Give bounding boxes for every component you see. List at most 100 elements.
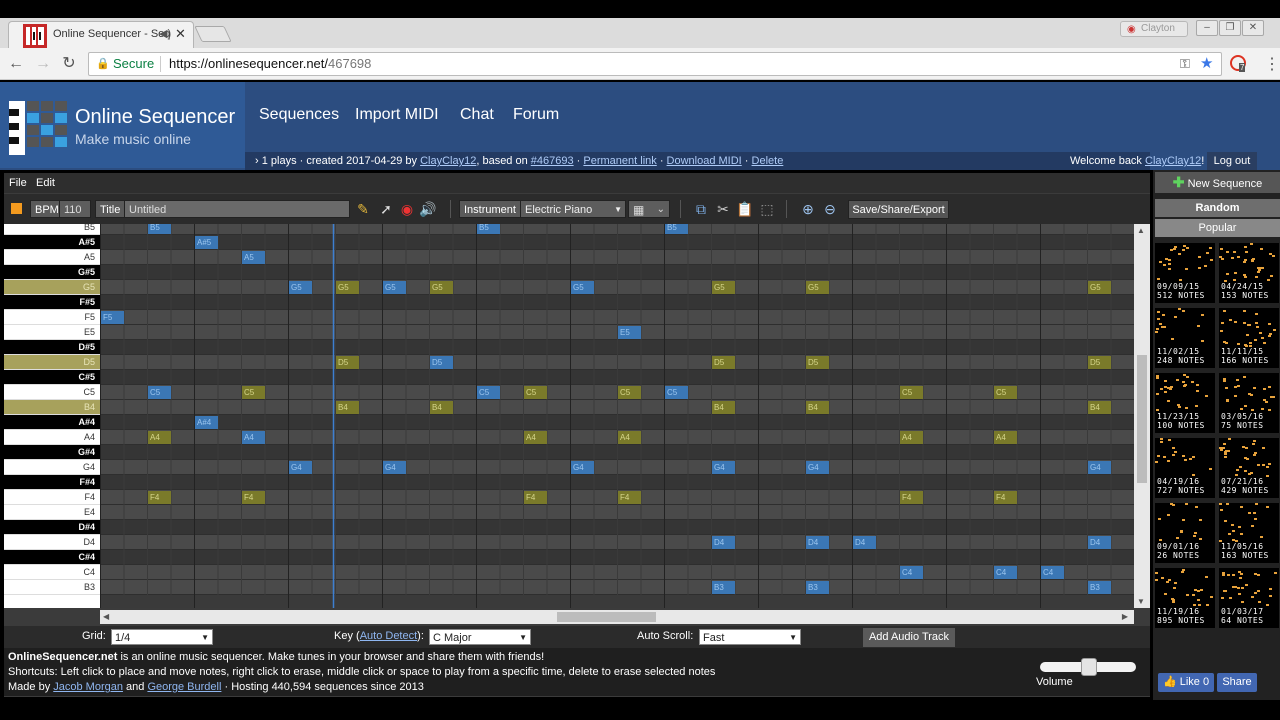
note-block[interactable]: G5 [289, 281, 312, 294]
sequence-thumbnail[interactable]: 11/23/15 100 NOTES [1155, 373, 1215, 433]
note-block[interactable]: D5 [712, 356, 735, 369]
note-block[interactable]: B4 [1088, 401, 1111, 414]
cut-icon[interactable]: ✂ [714, 200, 732, 218]
piano-key[interactable]: G#5 [4, 265, 100, 280]
note-block[interactable]: D4 [853, 536, 876, 549]
note-block[interactable]: C4 [1041, 566, 1064, 579]
menu-file[interactable]: File [9, 173, 27, 193]
note-block[interactable]: A#5 [195, 236, 218, 249]
select-all-icon[interactable]: ⬚ [758, 200, 776, 218]
lock-icon[interactable]: 🔒 [96, 57, 110, 70]
piano-key[interactable]: C4 [4, 565, 100, 580]
sequence-thumbnail[interactable]: 09/09/15 512 NOTES [1155, 243, 1215, 303]
piano-key[interactable]: G#4 [4, 445, 100, 460]
autoscroll-select[interactable]: Fast ▼ [699, 629, 801, 645]
piano-key[interactable]: C5 [4, 385, 100, 400]
note-block[interactable]: C5 [900, 386, 923, 399]
note-block[interactable]: F4 [148, 491, 171, 504]
logout-button[interactable]: Log out [1207, 152, 1257, 170]
note-block[interactable]: A4 [242, 431, 265, 444]
note-block[interactable]: G4 [712, 461, 735, 474]
note-block[interactable]: D4 [1088, 536, 1111, 549]
sequence-thumbnail[interactable]: 11/05/16 163 NOTES [1219, 503, 1279, 563]
sequence-thumbnail[interactable]: 11/11/15 166 NOTES [1219, 308, 1279, 368]
download-midi-link[interactable]: Download MIDI [667, 155, 742, 167]
note-grid[interactable]: B5 B5 B5 A#5 A5 G5 G5 G5 G5 G5 G5 G5 G5 F5 E5 D5 D5 D5 D5 D… [100, 224, 1134, 608]
copy-icon[interactable]: ⧉ [692, 200, 710, 218]
note-block[interactable]: A5 [242, 251, 265, 264]
delete-link[interactable]: Delete [752, 155, 784, 167]
sequence-thumbnail[interactable]: 01/03/17 64 NOTES [1219, 568, 1279, 628]
piano-key[interactable]: E5 [4, 325, 100, 340]
piano-key[interactable]: B3 [4, 580, 100, 595]
note-block[interactable]: G5 [712, 281, 735, 294]
piano-key[interactable]: D#4 [4, 520, 100, 535]
grid-select[interactable]: 1/4 ▼ [111, 629, 213, 645]
scroll-left-icon[interactable]: ◀ [103, 612, 109, 621]
note-block[interactable]: F4 [994, 491, 1017, 504]
note-block[interactable]: C5 [994, 386, 1017, 399]
note-block[interactable]: A4 [900, 431, 923, 444]
tab-audio-icon[interactable]: ◀) [159, 27, 171, 40]
piano-key[interactable]: E4 [4, 505, 100, 520]
note-block[interactable]: C5 [477, 386, 500, 399]
note-block[interactable]: C5 [148, 386, 171, 399]
nav-sequences[interactable]: Sequences [259, 106, 339, 124]
note-block[interactable]: C5 [524, 386, 547, 399]
tab-popular[interactable]: Popular [1155, 219, 1280, 237]
browser-tab[interactable]: Online Sequencer - Seq ◀) ✕ [8, 21, 194, 48]
forward-icon[interactable]: → [33, 54, 53, 74]
note-block[interactable]: G4 [806, 461, 829, 474]
note-block[interactable]: A4 [524, 431, 547, 444]
paste-icon[interactable]: 📋 [736, 200, 754, 218]
note-block[interactable]: B5 [665, 224, 688, 234]
piano-key[interactable]: F#4 [4, 475, 100, 490]
note-block[interactable]: G5 [430, 281, 453, 294]
note-block[interactable]: A4 [618, 431, 641, 444]
key-select[interactable]: C Major ▼ [429, 629, 531, 645]
welcome-user-link[interactable]: ClayClay12 [1145, 155, 1201, 167]
add-audio-track-button[interactable]: Add Audio Track [863, 628, 955, 647]
note-block[interactable]: C5 [618, 386, 641, 399]
note-block[interactable]: G4 [383, 461, 406, 474]
facebook-like-button[interactable]: 👍 Like 0 [1158, 673, 1214, 692]
tab-close-icon[interactable]: ✕ [175, 26, 186, 42]
piano-key[interactable]: G4 [4, 460, 100, 475]
author-jacob-link[interactable]: Jacob Morgan [53, 681, 123, 693]
piano-key[interactable]: C#5 [4, 370, 100, 385]
note-block[interactable]: B3 [806, 581, 829, 594]
note-block[interactable]: E5 [618, 326, 641, 339]
note-block[interactable]: B4 [430, 401, 453, 414]
note-block[interactable]: G4 [289, 461, 312, 474]
piano-key[interactable]: A#5 [4, 235, 100, 250]
sequence-thumbnail[interactable]: 11/02/15 248 NOTES [1155, 308, 1215, 368]
sequence-thumbnail[interactable]: 04/19/16 727 NOTES [1155, 438, 1215, 498]
scroll-down-icon[interactable]: ▼ [1137, 597, 1145, 606]
record-icon[interactable]: ◉ [398, 200, 416, 218]
note-block[interactable]: C4 [994, 566, 1017, 579]
note-block[interactable]: C4 [900, 566, 923, 579]
note-block[interactable]: A#4 [195, 416, 218, 429]
note-block[interactable]: G4 [1088, 461, 1111, 474]
note-block[interactable]: B4 [712, 401, 735, 414]
note-block[interactable]: F4 [900, 491, 923, 504]
note-block[interactable]: A4 [148, 431, 171, 444]
sequence-thumbnail[interactable]: 04/24/15 153 NOTES [1219, 243, 1279, 303]
auto-detect-link[interactable]: Auto Detect [360, 630, 417, 642]
author-link[interactable]: ClayClay12 [420, 155, 476, 167]
sequence-thumbnail[interactable]: 03/05/16 75 NOTES [1219, 373, 1279, 433]
horizontal-scroll-thumb[interactable] [557, 612, 656, 622]
piano-key[interactable]: F5 [4, 310, 100, 325]
based-on-link[interactable]: #467693 [531, 155, 574, 167]
bookmark-star-icon[interactable]: ★ [1200, 54, 1213, 72]
maximize-button[interactable]: ❐ [1219, 20, 1241, 36]
note-block[interactable]: F4 [242, 491, 265, 504]
sequence-thumbnail[interactable]: 07/21/16 429 NOTES [1219, 438, 1279, 498]
note-block[interactable]: B3 [712, 581, 735, 594]
vertical-scroll-thumb[interactable] [1137, 355, 1147, 483]
piano-key[interactable]: D4 [4, 535, 100, 550]
piano-key[interactable]: B4 [4, 400, 100, 415]
close-window-button[interactable]: ✕ [1242, 20, 1264, 36]
facebook-share-button[interactable]: Share [1217, 673, 1257, 692]
pointer-icon[interactable]: ➚ [377, 200, 395, 218]
